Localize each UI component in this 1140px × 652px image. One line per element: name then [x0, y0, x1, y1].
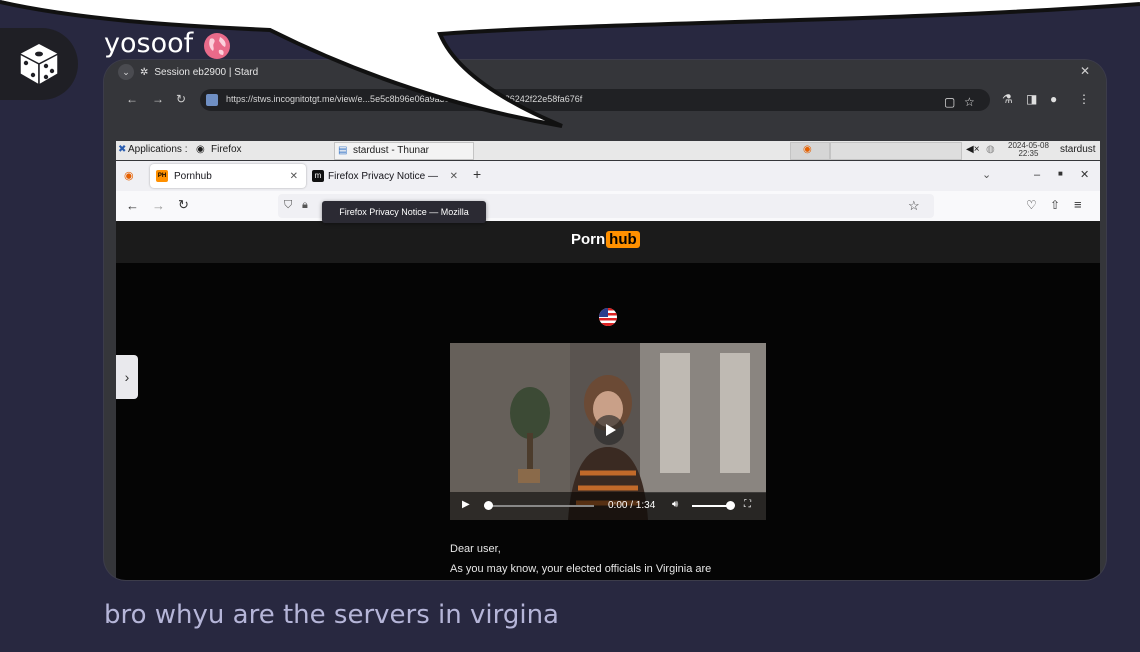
tab-pornhub[interactable]: PH Pornhub ✕	[150, 164, 306, 188]
xfce-panel: ✖ Applications : ◉ Firefox ▤ stardust - …	[116, 141, 1100, 160]
close-window-icon[interactable]: ✕	[1080, 168, 1089, 181]
star-icon[interactable]: ☆	[964, 95, 975, 109]
tab-label: Pornhub	[174, 170, 212, 182]
site-logo[interactable]: Porn hub	[571, 231, 640, 248]
network-icon: ◍	[986, 144, 995, 155]
dice-icon	[19, 44, 59, 87]
panel-user[interactable]: stardust	[1060, 144, 1096, 155]
close-icon[interactable]: ✕	[450, 171, 458, 182]
volume-slider[interactable]	[692, 505, 730, 507]
progress-track[interactable]	[484, 505, 594, 507]
extensions-icon[interactable]: ⇧	[1050, 198, 1060, 212]
minimize-icon[interactable]: –	[1034, 169, 1040, 181]
chevron-right-icon: ›	[124, 369, 130, 385]
progress-thumb[interactable]	[484, 501, 493, 510]
play-icon	[606, 424, 616, 436]
gear-icon: ✲	[140, 66, 149, 78]
close-icon[interactable]: ✕	[1080, 64, 1090, 78]
back-icon[interactable]: ←	[126, 198, 139, 213]
volume-thumb[interactable]	[726, 501, 735, 510]
chrome-address-bar[interactable]: https://stws.incognitotgt.me/view/e...5e…	[200, 89, 990, 111]
fullscreen-icon[interactable]: ⛶	[744, 499, 751, 510]
menu-icon[interactable]: ⋮	[1078, 92, 1090, 106]
chrome-window: ⌄ ✲ Session eb2900 | Stard ✕ ← → ↻ https…	[104, 60, 1106, 140]
clipboard-icon[interactable]: ▢	[944, 95, 955, 109]
tab-label: Firefox Privacy Notice —	[328, 170, 439, 182]
pocket-icon[interactable]: ♡	[1026, 198, 1037, 212]
tab-privacy-notice[interactable]: m Firefox Privacy Notice — ✕	[312, 164, 464, 188]
notice-text: Dear user, As you may know, your elected…	[450, 539, 711, 579]
us-flag-icon	[599, 308, 617, 326]
side-panel-icon[interactable]: ◨	[1026, 92, 1037, 106]
embedded-screenshot[interactable]: ⌄ ✲ Session eb2900 | Stard ✕ ← → ↻ https…	[104, 60, 1106, 580]
firefox-view-icon[interactable]: ◉	[124, 169, 134, 182]
panel-time: 22:35	[1018, 149, 1039, 158]
workspace-switcher[interactable]	[830, 142, 962, 160]
chrome-toolbar: ← → ↻ https://stws.incognitotgt.me/view/…	[104, 86, 1106, 114]
mute-icon[interactable]: ◀×	[966, 144, 980, 155]
hamburger-menu-icon[interactable]: ≡	[1074, 197, 1082, 212]
page-content: Porn hub ▶ 0:00 / 1:34 🔊︎ ⛶ Dear user, A…	[116, 221, 1100, 580]
site-header: Porn hub	[116, 221, 1100, 263]
close-icon[interactable]: ✕	[290, 171, 298, 182]
chrome-tab[interactable]: ⌄ ✲ Session eb2900 | Stard	[118, 64, 258, 80]
back-icon[interactable]: ←	[126, 92, 138, 106]
pornhub-favicon: PH	[156, 170, 168, 182]
reload-icon[interactable]: ↻	[176, 92, 186, 106]
labs-icon[interactable]: ⚗	[1002, 92, 1013, 106]
greeting: Dear user,	[450, 543, 501, 555]
chat-message: bro whyu are the servers in virgina	[104, 600, 559, 630]
mozilla-favicon: m	[312, 170, 324, 182]
play-button-large[interactable]	[594, 415, 624, 445]
shield-icon[interactable]: ⛉	[284, 199, 292, 212]
video-controls: ▶ 0:00 / 1:34 🔊︎ ⛶	[450, 492, 766, 520]
notice-paragraph: As you may know, your elected officials …	[450, 563, 712, 575]
chevron-down-icon[interactable]: ⌄	[118, 64, 134, 80]
lock-icon[interactable]: 🔒︎	[302, 199, 308, 212]
firefox-tabbar: ◉ PH Pornhub ✕ m Firefox Privacy Notice …	[116, 161, 1100, 191]
logo-right: hub	[606, 231, 640, 248]
firefox-toolbar: ← → ↻ ⛉ 🔒︎ ☆ ♡ ⇧ ≡	[116, 191, 1100, 222]
profile-icon[interactable]: ●	[1050, 92, 1057, 106]
play-icon[interactable]: ▶	[462, 499, 470, 510]
chrome-tab-title: Session eb2900 | Stard	[154, 66, 259, 78]
site-settings-icon[interactable]	[206, 94, 218, 106]
chrome-tabstrip: ⌄ ✲ Session eb2900 | Stard ✕	[104, 60, 1106, 84]
video-player[interactable]: ▶ 0:00 / 1:34 🔊︎ ⛶	[450, 343, 766, 520]
folder-icon: ▤	[338, 145, 348, 156]
reload-icon[interactable]: ↻	[178, 197, 189, 213]
bookmark-star-icon[interactable]: ☆	[908, 198, 920, 214]
sidebar-toggle[interactable]: ›	[116, 355, 138, 399]
video-time: 0:00 / 1:34	[608, 500, 656, 511]
chevron-down-icon[interactable]: ⌄	[982, 168, 991, 181]
volume-icon[interactable]: 🔊︎	[672, 499, 678, 510]
logo-left: Porn	[571, 231, 606, 248]
forward-icon[interactable]: →	[152, 198, 165, 213]
globe-icon	[204, 33, 230, 59]
new-tab-icon[interactable]: +	[473, 166, 481, 182]
firefox-taskbar-label[interactable]: Firefox	[211, 144, 242, 155]
forward-icon[interactable]: →	[152, 92, 164, 106]
panel-clock[interactable]: 2024-05-08 22:35	[1008, 142, 1049, 158]
chrome-url: https://stws.incognitotgt.me/view/e...5e…	[226, 94, 583, 104]
firefox-launcher-icon[interactable]: ◉	[196, 144, 205, 155]
thunar-task[interactable]: ▤ stardust - Thunar	[334, 142, 474, 160]
firefox-icon: ◉	[803, 144, 812, 155]
avatar[interactable]	[0, 28, 78, 100]
tab-tooltip: Firefox Privacy Notice — Mozilla	[322, 201, 486, 223]
applications-menu[interactable]: Applications :	[128, 144, 187, 155]
firefox-task[interactable]: ◉	[790, 142, 830, 160]
username[interactable]: yosoof	[104, 28, 193, 59]
maximize-icon[interactable]: ■	[1058, 169, 1063, 178]
xfce-menu-icon[interactable]: ✖	[118, 144, 126, 155]
thunar-task-label: stardust - Thunar	[353, 145, 429, 156]
